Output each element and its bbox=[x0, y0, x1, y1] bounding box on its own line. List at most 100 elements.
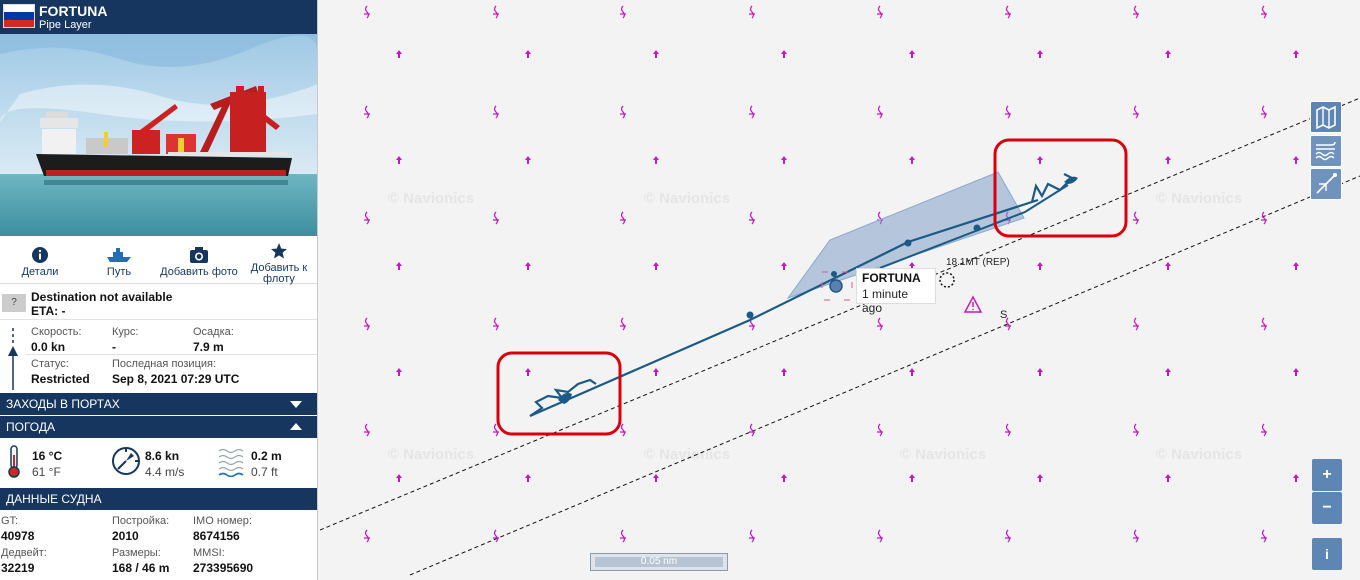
seabed-marker bbox=[1293, 474, 1299, 482]
track-point[interactable] bbox=[973, 224, 981, 232]
port-calls-section-header[interactable]: ЗАХОДЫ В ПОРТАХ bbox=[0, 393, 317, 415]
zoom-in-button[interactable]: + bbox=[1312, 459, 1342, 491]
seabed-marker bbox=[781, 156, 787, 164]
tooltip-last-update: 1 minute ago bbox=[862, 287, 909, 315]
seabed-marker bbox=[1133, 529, 1139, 543]
track-point[interactable] bbox=[831, 271, 837, 277]
vessel-position-marker[interactable] bbox=[829, 279, 843, 293]
details-label: Детали bbox=[21, 266, 59, 278]
seabed-marker bbox=[653, 368, 659, 376]
seabed-marker bbox=[1133, 317, 1139, 331]
seabed-marker bbox=[1005, 105, 1011, 119]
status-value: Restricted bbox=[31, 372, 90, 386]
seabed-marker bbox=[1005, 5, 1011, 19]
wind-direction-icon bbox=[112, 447, 140, 475]
seabed-marker bbox=[525, 262, 531, 270]
weather-layer-button[interactable] bbox=[1310, 135, 1342, 167]
vessel-name: FORTUNA bbox=[39, 3, 108, 19]
seabed-marker bbox=[396, 474, 402, 482]
voyage-stats: Скорость: 0.0 kn Курс: - Осадка: 7.9 m С… bbox=[0, 320, 317, 392]
seabed-marker bbox=[396, 50, 402, 58]
add-photo-button[interactable]: Добавить фото bbox=[160, 238, 238, 284]
chevron-up-icon bbox=[290, 423, 302, 430]
seabed-marker bbox=[877, 529, 883, 543]
depth-report-label: 18.1MT (REP) bbox=[946, 257, 1010, 268]
russia-flag-icon bbox=[3, 4, 35, 28]
nautical-map[interactable]: © Navionics © Navionics © Navionics © Na… bbox=[320, 0, 1360, 580]
measure-tool-button[interactable] bbox=[1310, 168, 1342, 200]
weather-section-header[interactable]: ПОГОДА bbox=[0, 416, 317, 438]
wreck-symbol bbox=[939, 272, 955, 288]
seabed-marker bbox=[364, 105, 370, 119]
track-point[interactable] bbox=[746, 311, 754, 319]
wave-height-m: 0.2 m bbox=[251, 449, 282, 463]
deadweight-label: Дедвейт: bbox=[1, 547, 47, 559]
zoom-out-button[interactable]: − bbox=[1312, 492, 1342, 524]
track-point[interactable] bbox=[904, 239, 912, 247]
seabed-marker bbox=[620, 105, 626, 119]
seabed-marker bbox=[396, 156, 402, 164]
seabed-marker bbox=[877, 105, 883, 119]
vessel-tooltip[interactable]: FORTUNA 1 minute ago bbox=[856, 268, 936, 315]
seabed-marker bbox=[1133, 105, 1139, 119]
vessel-data-section-header[interactable]: ДАННЫЕ СУДНА bbox=[0, 488, 317, 510]
seabed-marker bbox=[525, 156, 531, 164]
gt-label: GT: bbox=[1, 515, 19, 527]
seabed-marker bbox=[364, 529, 370, 543]
seabed-marker bbox=[364, 423, 370, 437]
temperature-celsius: 16 °C bbox=[32, 449, 63, 463]
map-icon bbox=[1316, 105, 1336, 130]
vessel-data-title: ДАННЫЕ СУДНА bbox=[6, 492, 102, 506]
seabed-marker bbox=[749, 5, 755, 19]
seabed-marker bbox=[1037, 474, 1043, 482]
seabed-marker bbox=[1293, 368, 1299, 376]
seabed-marker bbox=[653, 156, 659, 164]
seabed-marker bbox=[653, 50, 659, 58]
seabed-marker bbox=[1133, 423, 1139, 437]
dashed-boundary-line bbox=[320, 97, 1360, 531]
seabed-marker bbox=[620, 211, 626, 225]
vessel-photo[interactable] bbox=[0, 34, 317, 236]
seabed-marker bbox=[653, 262, 659, 270]
seabed-marker bbox=[364, 211, 370, 225]
add-to-fleet-button[interactable]: Добавить к флоту bbox=[240, 238, 317, 285]
seabed-marker bbox=[909, 474, 915, 482]
seabed-marker bbox=[620, 317, 626, 331]
seabed-marker bbox=[1133, 211, 1139, 225]
seabed-marker bbox=[1165, 368, 1171, 376]
seabed-marker bbox=[493, 211, 499, 225]
seabed-marker bbox=[909, 50, 915, 58]
wind-speed-knots: 8.6 kn bbox=[145, 449, 180, 463]
unknown-destination-icon: ? bbox=[2, 294, 26, 312]
ruler-icon bbox=[1316, 173, 1337, 194]
seabed-marker bbox=[1293, 50, 1299, 58]
seabed-marker bbox=[1261, 5, 1267, 19]
vessel-type: Pipe Layer bbox=[39, 19, 92, 31]
seabed-marker bbox=[1005, 423, 1011, 437]
seabed-marker bbox=[909, 156, 915, 164]
details-button[interactable]: Детали bbox=[1, 238, 79, 284]
weather-panel: 16 °C 61 °F 8.6 kn 4.4 m/s 0.2 m 0.7 ft bbox=[0, 439, 317, 487]
divider bbox=[26, 354, 317, 355]
seabed-marker bbox=[1005, 529, 1011, 543]
thermometer-icon bbox=[8, 445, 20, 478]
info-button[interactable]: i bbox=[1312, 538, 1342, 570]
deadweight-value: 32219 bbox=[1, 561, 35, 575]
map-layers-button[interactable] bbox=[1310, 101, 1342, 133]
course-value: - bbox=[112, 340, 116, 354]
wave-height-ft: 0.7 ft bbox=[251, 465, 278, 479]
seabed-marker bbox=[1165, 262, 1171, 270]
seabed-marker bbox=[749, 529, 755, 543]
wave-icon bbox=[218, 448, 244, 477]
seabed-marker bbox=[1261, 211, 1267, 225]
tooltip-vessel-name: FORTUNA bbox=[862, 271, 921, 285]
camera-icon bbox=[190, 247, 208, 263]
gt-value: 40978 bbox=[1, 529, 35, 543]
mmsi-label: MMSI: bbox=[193, 547, 225, 559]
seabed-marker bbox=[653, 474, 659, 482]
seabed-marker bbox=[749, 211, 755, 225]
route-button[interactable]: Путь bbox=[80, 238, 158, 284]
seabed-marker bbox=[781, 474, 787, 482]
seabed-marker bbox=[1037, 368, 1043, 376]
seabed-marker bbox=[781, 368, 787, 376]
